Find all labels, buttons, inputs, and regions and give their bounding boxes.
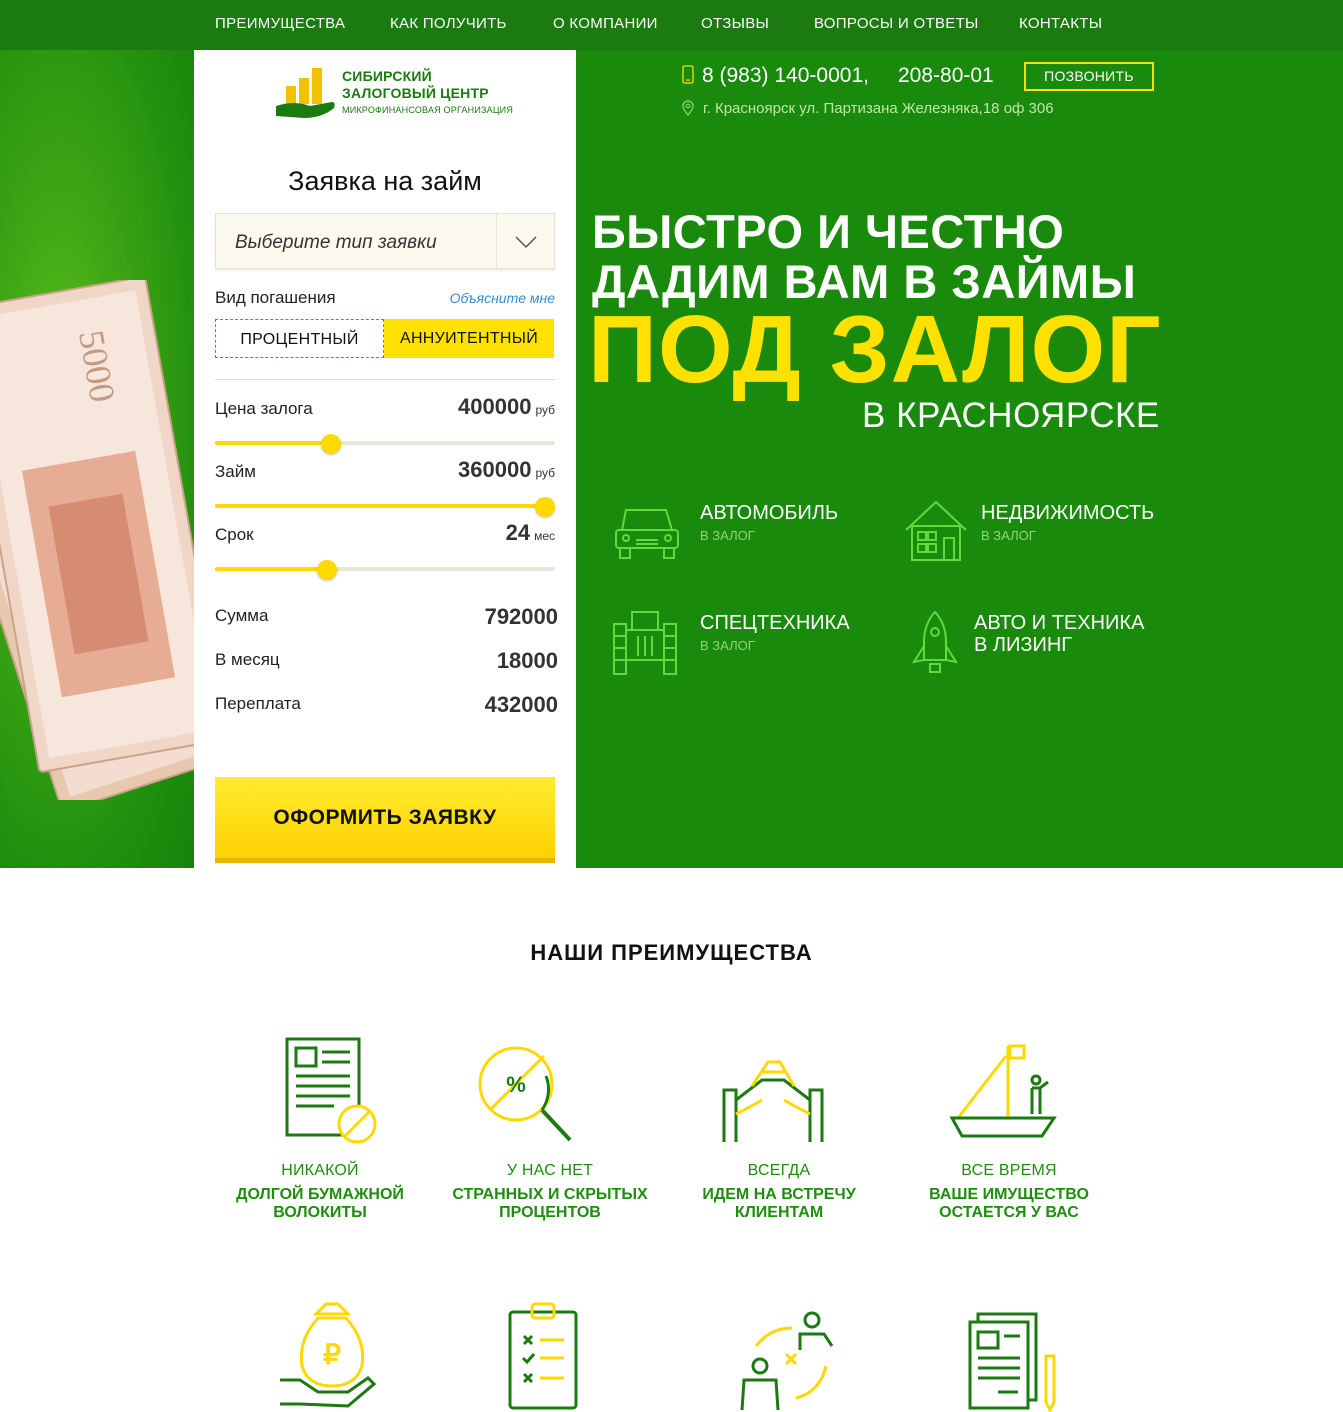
advantage-1-top: НИКАКОЙ [281,1162,359,1179]
money-bag-hand-icon: ₽ [280,1302,377,1408]
advantage-2-top: У НАС НЕТ [506,1162,594,1179]
advantage-meet-clients: ВСЕГДА ИДЕМ НА ВСТРЕЧУ КЛИЕНТАМ [664,0,894,1300]
advantage-3-top: ВСЕГДА [747,1162,811,1179]
advantage-3-text: ИДЕМ НА ВСТРЕЧУ КЛИЕНТАМ [702,1186,856,1221]
checklist-clipboard-icon [508,1302,578,1410]
advantage-4-top: ВСЕ ВРЕМЯ [961,1162,1057,1179]
contract-pen-icon [968,1312,1056,1412]
strategy-people-icon [740,1311,834,1411]
advantage-1-text: ДОЛГОЙ БУМАЖНОЙ ВОЛОКИТЫ [236,1186,404,1221]
advantage-no-paperwork: НИКАКОЙ ДОЛГОЙ БУМАЖНОЙ ВОЛОКИТЫ [205,0,435,1300]
advantage-2-text: СТРАННЫХ И СКРЫТЫХ ПРОЦЕНТОВ [452,1186,648,1221]
advantage-keep-property: ВСЕ ВРЕМЯ ВАШЕ ИМУЩЕСТВО ОСТАЕТСЯ У ВАС [894,0,1124,1300]
advantage-4-text: ВАШЕ ИМУЩЕСТВО ОСТАЕТСЯ У ВАС [929,1186,1089,1221]
advantage-no-hidden-fees: У НАС НЕТ СТРАННЫХ И СКРЫТЫХ ПРОЦЕНТОВ [435,0,665,1300]
svg-text:₽: ₽ [323,1339,341,1370]
